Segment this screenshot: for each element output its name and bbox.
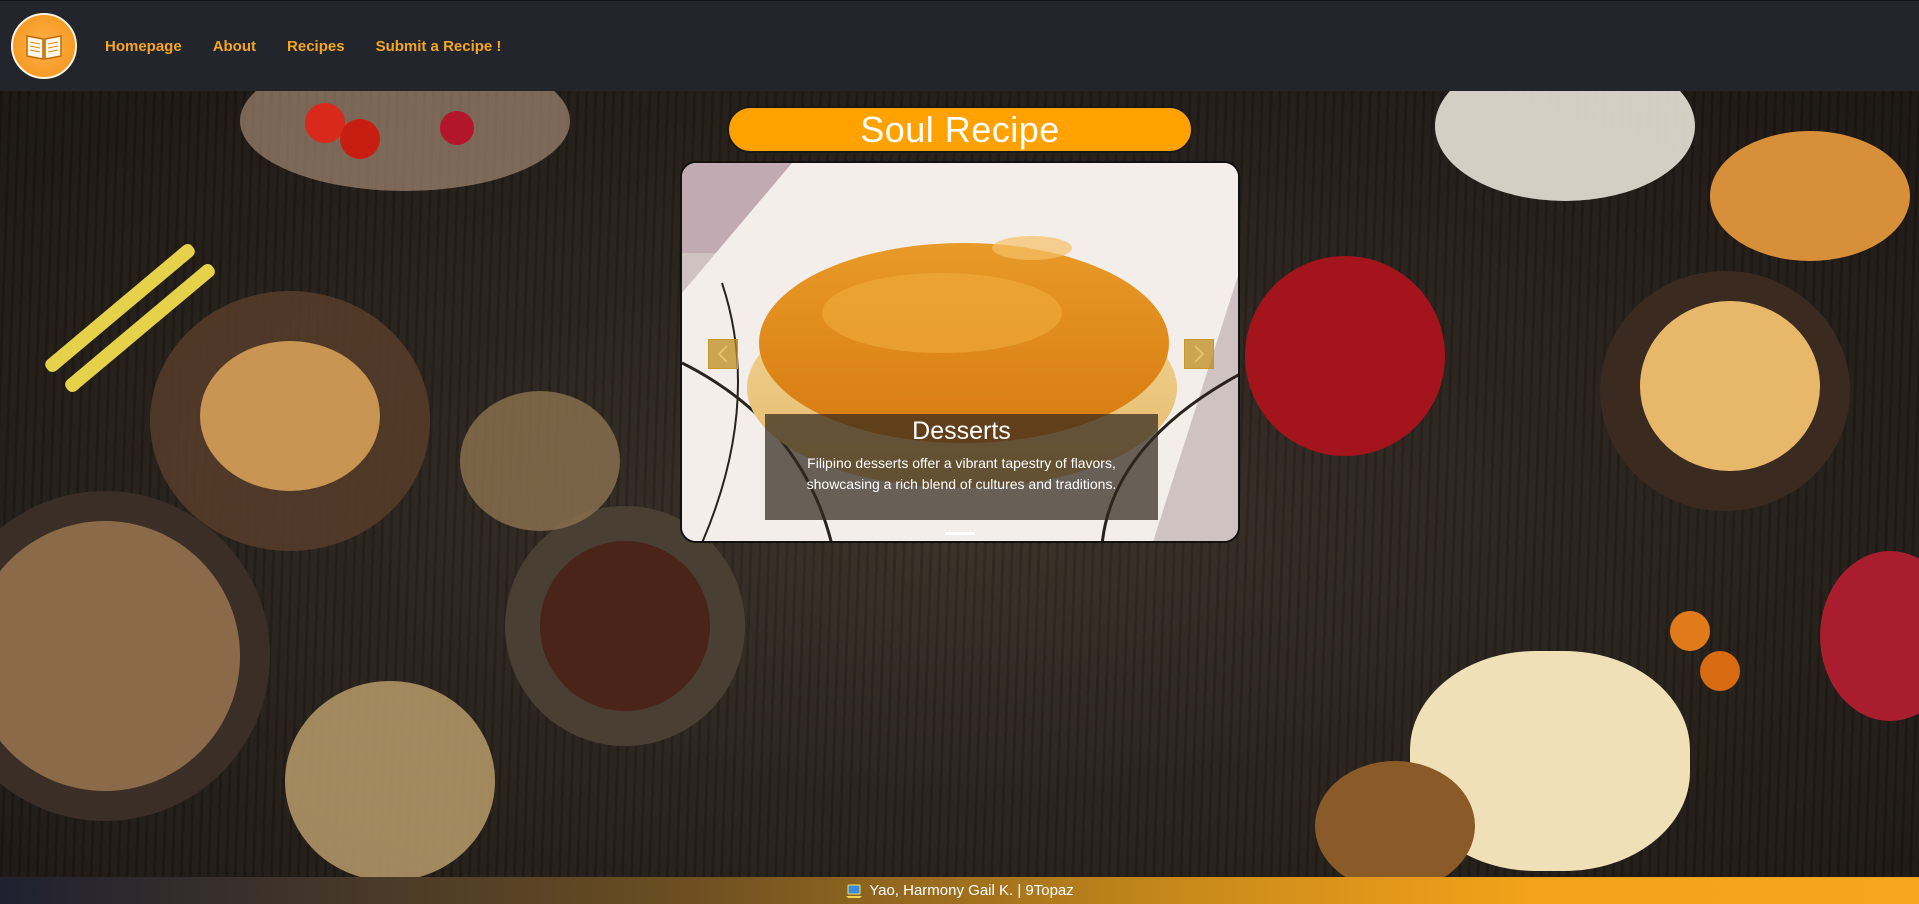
bun-deco (1640, 301, 1820, 471)
tomato-deco (1670, 611, 1710, 651)
slide-description: Filipino desserts offer a vibrant tapest… (806, 455, 1117, 492)
navbar: Homepage About Recipes Submit a Recipe ! (0, 0, 1919, 91)
plate-deco (240, 91, 570, 191)
footer: Yao, Harmony Gail K. | 9Topaz (0, 877, 1919, 904)
flour-deco (1435, 91, 1695, 201)
basket-deco (460, 391, 620, 531)
slide-caption: Desserts Filipino desserts offer a vibra… (765, 414, 1158, 520)
berry-deco (440, 111, 474, 145)
chevron-left-icon (717, 345, 728, 363)
book-icon (26, 35, 62, 60)
tomato-deco (1700, 651, 1740, 691)
nav-link-recipes[interactable]: Recipes (287, 38, 345, 55)
slide-title: Desserts (912, 417, 1011, 445)
carousel-indicator[interactable] (945, 532, 975, 535)
noodles-deco (285, 681, 495, 877)
logo[interactable] (11, 13, 77, 79)
carousel-indicators (682, 532, 1238, 535)
chevron-right-icon (1194, 345, 1205, 363)
page-title: Soul Recipe (727, 106, 1193, 153)
nuts-deco (540, 541, 710, 711)
carousel-prev-button[interactable] (708, 339, 738, 369)
grinder-deco (1245, 256, 1445, 456)
carousel-next-button[interactable] (1184, 339, 1214, 369)
bread-loaf-deco (1710, 131, 1910, 261)
laptop-icon (845, 883, 863, 899)
tomato-deco (340, 119, 380, 159)
nav-link-homepage[interactable]: Homepage (105, 38, 182, 55)
carousel: Desserts Filipino desserts offer a vibra… (680, 161, 1240, 543)
tomato-deco (305, 103, 345, 143)
footer-credit: Yao, Harmony Gail K. | 9Topaz (869, 882, 1074, 899)
nav-link-submit-recipe[interactable]: Submit a Recipe ! (376, 38, 502, 55)
nav-link-about[interactable]: About (213, 38, 256, 55)
nav-links: Homepage About Recipes Submit a Recipe ! (105, 38, 532, 55)
berry-deco (1820, 551, 1919, 721)
bread-deco (200, 341, 380, 491)
